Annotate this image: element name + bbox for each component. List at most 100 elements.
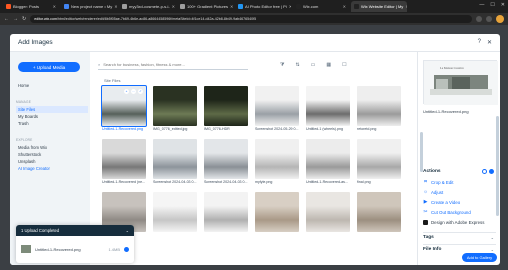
action-design-adobe-express[interactable]: Design with Adobe Express bbox=[423, 220, 484, 225]
media-item[interactable] bbox=[306, 192, 350, 239]
tab-close-icon[interactable]: ✕ bbox=[53, 4, 56, 9]
sidebar-item-my-boards[interactable]: My Boards bbox=[16, 113, 88, 120]
select-icon[interactable]: ☐ bbox=[342, 62, 346, 68]
zoom-icon[interactable]: + bbox=[124, 89, 129, 94]
media-item[interactable]: Screenshot 2024-04-03 0... bbox=[204, 139, 248, 186]
sidebar-item-shutterstock[interactable]: Shutterstock bbox=[16, 151, 88, 158]
search-input[interactable] bbox=[103, 62, 244, 67]
chevron-down-icon[interactable]: ⌄ bbox=[491, 235, 494, 240]
media-thumbnail[interactable] bbox=[102, 139, 146, 179]
media-thumbnail[interactable] bbox=[255, 192, 299, 232]
url-field[interactable]: editor.wix.com/html/editor/web/renderer/… bbox=[30, 15, 472, 23]
tab-close-icon[interactable]: ✕ bbox=[114, 4, 117, 9]
browser-tab[interactable]: AI Photo Editor free | Pi ✕ bbox=[235, 1, 291, 12]
grid-view-icon[interactable]: ▦ bbox=[326, 62, 331, 68]
media-item[interactable] bbox=[153, 192, 197, 239]
tab-label: Wix Website Editor | My bbox=[361, 4, 404, 9]
media-item[interactable]: IMG_0776_edited.jpg bbox=[153, 86, 197, 133]
sidebar-item-unsplash[interactable]: Unsplash bbox=[16, 158, 88, 165]
media-thumbnail[interactable] bbox=[306, 192, 350, 232]
check-icon[interactable]: ✓ bbox=[138, 89, 143, 94]
media-item[interactable] bbox=[204, 192, 248, 239]
media-item[interactable]: final.png bbox=[357, 139, 401, 186]
search-bar: ⌕ bbox=[98, 60, 248, 70]
media-thumbnail[interactable] bbox=[153, 192, 197, 232]
upload-media-button[interactable]: + Upload Media bbox=[18, 62, 80, 72]
help-icon[interactable]: ? bbox=[478, 39, 481, 46]
profile-avatar[interactable] bbox=[496, 15, 504, 23]
sidebar-item-ai-image-creator[interactable]: AI Image Creator bbox=[16, 165, 88, 172]
media-thumbnail[interactable] bbox=[255, 139, 299, 179]
filter-icon[interactable]: ⧩ bbox=[280, 62, 284, 68]
more-actions[interactable] bbox=[482, 169, 494, 174]
media-item[interactable]: +… ✓ Untitled-1-Recovered.png bbox=[101, 85, 147, 133]
sidebar-item-media-from-wix[interactable]: Media from Wix bbox=[16, 144, 88, 151]
chevron-down-icon[interactable]: ⌄ bbox=[491, 247, 494, 252]
media-item[interactable] bbox=[255, 192, 299, 239]
close-icon[interactable]: ✕ bbox=[487, 39, 492, 46]
tab-close-icon[interactable]: ✕ bbox=[405, 4, 407, 9]
tab-close-icon[interactable]: ✕ bbox=[172, 4, 175, 9]
media-item[interactable]: IMG_0776-HDR bbox=[204, 86, 248, 133]
nav-section-manage: MANAGE bbox=[16, 100, 32, 104]
tab-close-icon[interactable]: ✕ bbox=[230, 4, 233, 9]
sidebar-item-home[interactable]: Home bbox=[16, 82, 88, 89]
back-icon[interactable]: ← bbox=[4, 16, 9, 22]
action-cut-out-background[interactable]: ✂ Cut Out Background bbox=[423, 210, 470, 216]
collapse-icon[interactable]: ⌄ bbox=[126, 228, 129, 233]
media-thumbnail[interactable] bbox=[204, 192, 248, 232]
browser-tab[interactable]: Blogger: Posts ✕ bbox=[3, 1, 59, 12]
media-thumbnail[interactable] bbox=[357, 192, 401, 232]
sidebar-item-trash[interactable]: Trash bbox=[16, 120, 88, 127]
media-item[interactable]: Screenshot 2024-05-29 0... bbox=[255, 86, 299, 133]
tab-close-icon[interactable]: ✕ bbox=[343, 4, 346, 9]
media-item[interactable]: retoretd.png bbox=[357, 86, 401, 133]
tab-close-icon[interactable]: ✕ bbox=[289, 4, 291, 9]
action-adjust[interactable]: ☼ Adjust bbox=[423, 190, 443, 196]
toolbar: ⧩ ⇅ ▭ ▦ ☐ bbox=[280, 62, 347, 68]
media-thumbnail[interactable] bbox=[153, 86, 197, 126]
media-thumbnail[interactable] bbox=[204, 139, 248, 179]
media-thumbnail[interactable]: +… ✓ bbox=[101, 85, 147, 127]
media-thumbnail[interactable] bbox=[306, 86, 350, 126]
browser-tab[interactable]: New project name • My ✕ bbox=[61, 1, 117, 12]
media-item[interactable]: Untitled-1-Recovered-as... bbox=[306, 139, 350, 186]
media-thumbnail[interactable] bbox=[357, 139, 401, 179]
browser-tab[interactable]: Wix.com ✕ bbox=[293, 1, 349, 12]
scrollbar[interactable] bbox=[496, 116, 499, 216]
media-thumbnail[interactable] bbox=[306, 139, 350, 179]
browser-tab[interactable]: myy3xd-cosmete-p-s-i- ✕ bbox=[119, 1, 175, 12]
extension-icon[interactable] bbox=[486, 16, 492, 22]
more-icon[interactable]: … bbox=[131, 89, 136, 94]
favicon-icon bbox=[6, 4, 11, 9]
media-item[interactable] bbox=[357, 192, 401, 239]
media-item[interactable]: Untitled-1 (wheels).png bbox=[306, 86, 350, 133]
media-thumbnail[interactable] bbox=[204, 86, 248, 126]
browser-tab[interactable]: 100+ Gradient Pictures ✕ bbox=[177, 1, 233, 12]
favicon-icon bbox=[64, 4, 69, 9]
close-window-icon[interactable]: ✕ bbox=[501, 2, 505, 8]
media-thumbnail[interactable] bbox=[255, 86, 299, 126]
divider bbox=[423, 232, 496, 233]
tags-title[interactable]: Tags bbox=[423, 235, 434, 240]
forward-icon[interactable]: → bbox=[13, 16, 18, 22]
media-thumbnail[interactable] bbox=[357, 86, 401, 126]
selected-file-name: Untitled-1-Recovered.png bbox=[423, 109, 469, 114]
media-item[interactable]: Screenshot 2024-04-03 0... bbox=[153, 139, 197, 186]
sort-icon[interactable]: ⇅ bbox=[295, 62, 299, 68]
browser-tab[interactable]: Wix Website Editor | My ✕ bbox=[351, 1, 407, 12]
sidebar-item-site-files[interactable]: Site Files bbox=[16, 106, 88, 113]
action-create-video[interactable]: ▶ Create a Video bbox=[423, 200, 461, 206]
new-folder-icon[interactable]: ▭ bbox=[311, 62, 316, 68]
add-to-gallery-button[interactable]: Add to Gallery bbox=[462, 253, 497, 262]
minimize-icon[interactable]: — bbox=[479, 2, 484, 8]
media-item-name bbox=[255, 232, 299, 239]
action-crop-edit[interactable]: ⌗ Crop & Edit bbox=[423, 180, 453, 186]
extension-icon[interactable] bbox=[476, 16, 482, 22]
media-item[interactable]: Untitled-1-Recovered (ne... bbox=[102, 139, 146, 186]
maximize-icon[interactable]: ☐ bbox=[490, 2, 494, 8]
media-thumbnail[interactable] bbox=[153, 139, 197, 179]
media-item[interactable]: myfyle.png bbox=[255, 139, 299, 186]
file-info-title[interactable]: File Info bbox=[423, 247, 441, 252]
reload-icon[interactable]: ↻ bbox=[22, 16, 26, 22]
